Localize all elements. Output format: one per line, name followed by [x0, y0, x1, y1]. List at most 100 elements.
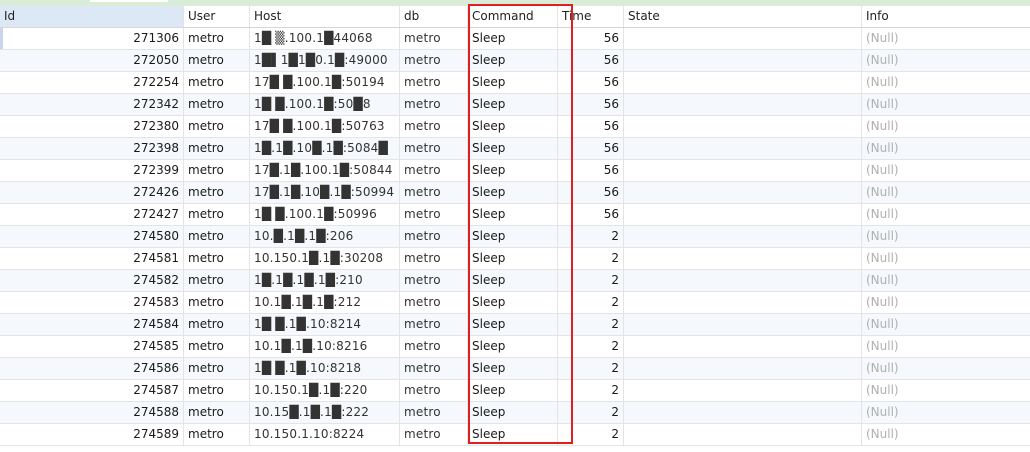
cell-info[interactable]: (Null)	[862, 292, 1030, 313]
cell-host[interactable]: 10.150.1█.1█:30208	[250, 248, 400, 269]
table-row[interactable]: 274589 metro 10.150.1.10:8224 metro Sleep 2 (N…	[0, 424, 1030, 446]
table-row[interactable]: 274581 metro 10.150.1█.1█:30208 metro Sleep 2…	[0, 248, 1030, 270]
cell-db[interactable]: metro	[400, 314, 468, 335]
cell-time[interactable]: 56	[558, 72, 624, 93]
cell-user[interactable]: metro	[184, 116, 250, 137]
cell-state[interactable]	[624, 28, 862, 49]
cell-db[interactable]: metro	[400, 358, 468, 379]
cell-info[interactable]: (Null)	[862, 204, 1030, 225]
cell-host[interactable]: 17█.1█.100.1█:50844	[250, 160, 400, 181]
cell-db[interactable]: metro	[400, 28, 468, 49]
cell-id[interactable]: 274580	[0, 226, 184, 247]
cell-state[interactable]	[624, 424, 862, 445]
cell-command[interactable]: Sleep	[468, 402, 558, 423]
cell-time[interactable]: 56	[558, 116, 624, 137]
cell-user[interactable]: metro	[184, 72, 250, 93]
cell-state[interactable]	[624, 314, 862, 335]
column-header-user[interactable]: User	[184, 6, 250, 27]
table-row[interactable]: 274587 metro 10.150.1█.1█:220 metro Sleep 2 (N…	[0, 380, 1030, 402]
cell-db[interactable]: metro	[400, 336, 468, 357]
cell-id[interactable]: 272342	[0, 94, 184, 115]
cell-state[interactable]	[624, 226, 862, 247]
cell-state[interactable]	[624, 270, 862, 291]
cell-host[interactable]: 10.15█.1█.1█:222	[250, 402, 400, 423]
cell-user[interactable]: metro	[184, 138, 250, 159]
cell-state[interactable]	[624, 336, 862, 357]
cell-command[interactable]: Sleep	[468, 270, 558, 291]
cell-time[interactable]: 2	[558, 248, 624, 269]
table-row[interactable]: 271306 metro 1█ ▒.100.1█44068 metro Sleep 56(…	[0, 28, 1030, 50]
cell-id[interactable]: 272427	[0, 204, 184, 225]
cell-id[interactable]: 274583	[0, 292, 184, 313]
cell-state[interactable]	[624, 380, 862, 401]
cell-command[interactable]: Sleep	[468, 248, 558, 269]
cell-host[interactable]: 1█.1█.10█.1█:5084█	[250, 138, 400, 159]
cell-id[interactable]: 272254	[0, 72, 184, 93]
cell-info[interactable]: (Null)	[862, 28, 1030, 49]
cell-user[interactable]: metro	[184, 160, 250, 181]
cell-id[interactable]: 272399	[0, 160, 184, 181]
cell-time[interactable]: 2	[558, 292, 624, 313]
cell-time[interactable]: 2	[558, 226, 624, 247]
cell-db[interactable]: metro	[400, 160, 468, 181]
cell-info[interactable]: (Null)	[862, 380, 1030, 401]
cell-command[interactable]: Sleep	[468, 94, 558, 115]
cell-host[interactable]: 1█ ▒.100.1█44068	[250, 28, 400, 49]
table-row[interactable]: 272426 metro 17█.1█.10█.1█:50994 metro Sleep…	[0, 182, 1030, 204]
cell-state[interactable]	[624, 358, 862, 379]
table-row[interactable]: 274585 metro 10.1█.1█.10:8216 metro Sleep 2 (N…	[0, 336, 1030, 358]
cell-db[interactable]: metro	[400, 248, 468, 269]
cell-info[interactable]: (Null)	[862, 248, 1030, 269]
cell-time[interactable]: 2	[558, 336, 624, 357]
column-header-state[interactable]: State	[624, 6, 862, 27]
cell-user[interactable]: metro	[184, 402, 250, 423]
cell-db[interactable]: metro	[400, 182, 468, 203]
cell-time[interactable]: 56	[558, 28, 624, 49]
cell-user[interactable]: metro	[184, 182, 250, 203]
cell-id[interactable]: 274588	[0, 402, 184, 423]
cell-time[interactable]: 2	[558, 270, 624, 291]
cell-host[interactable]: 10.150.1█.1█:220	[250, 380, 400, 401]
cell-id[interactable]: 274587	[0, 380, 184, 401]
column-header-db[interactable]: db	[400, 6, 468, 27]
cell-command[interactable]: Sleep	[468, 204, 558, 225]
cell-user[interactable]: metro	[184, 380, 250, 401]
column-header-id[interactable]: Id	[0, 6, 184, 27]
cell-user[interactable]: metro	[184, 424, 250, 445]
cell-id[interactable]: 274589	[0, 424, 184, 445]
table-row[interactable]: 272254 metro 17█ █.100.1█:50194 metro Sleep 5…	[0, 72, 1030, 94]
cell-time[interactable]: 2	[558, 402, 624, 423]
cell-state[interactable]	[624, 116, 862, 137]
cell-host[interactable]: 1█ █.1█.10:8218	[250, 358, 400, 379]
cell-host[interactable]: 17█ █.100.1█:50194	[250, 72, 400, 93]
cell-state[interactable]	[624, 248, 862, 269]
cell-state[interactable]	[624, 182, 862, 203]
cell-command[interactable]: Sleep	[468, 160, 558, 181]
cell-user[interactable]: metro	[184, 336, 250, 357]
cell-db[interactable]: metro	[400, 72, 468, 93]
cell-db[interactable]: metro	[400, 380, 468, 401]
cell-command[interactable]: Sleep	[468, 336, 558, 357]
cell-db[interactable]: metro	[400, 402, 468, 423]
column-header-command[interactable]: Command	[468, 6, 558, 27]
cell-user[interactable]: metro	[184, 358, 250, 379]
cell-host[interactable]: 17█.1█.10█.1█:50994	[250, 182, 400, 203]
cell-info[interactable]: (Null)	[862, 138, 1030, 159]
cell-host[interactable]: 10.1█.1█.1█:212	[250, 292, 400, 313]
cell-user[interactable]: metro	[184, 270, 250, 291]
column-header-time[interactable]: Time	[558, 6, 624, 27]
table-row[interactable]: 272050 metro 1█▌1█1█0.1█:49000 metro Sleep 56…	[0, 50, 1030, 72]
table-row[interactable]: 272380 metro 17█ █.100.1█:50763 metro Sleep 5…	[0, 116, 1030, 138]
cell-state[interactable]	[624, 50, 862, 71]
cell-id[interactable]: 274581	[0, 248, 184, 269]
cell-info[interactable]: (Null)	[862, 314, 1030, 335]
cell-info[interactable]: (Null)	[862, 160, 1030, 181]
table-row[interactable]: 272398 metro 1█.1█.10█.1█:5084█ metro Sleep 5…	[0, 138, 1030, 160]
cell-db[interactable]: metro	[400, 204, 468, 225]
cell-info[interactable]: (Null)	[862, 116, 1030, 137]
table-row[interactable]: 274586 metro 1█ █.1█.10:8218 metro Sleep 2 (Nu…	[0, 358, 1030, 380]
cell-command[interactable]: Sleep	[468, 226, 558, 247]
cell-command[interactable]: Sleep	[468, 424, 558, 445]
cell-time[interactable]: 2	[558, 358, 624, 379]
cell-time[interactable]: 56	[558, 182, 624, 203]
